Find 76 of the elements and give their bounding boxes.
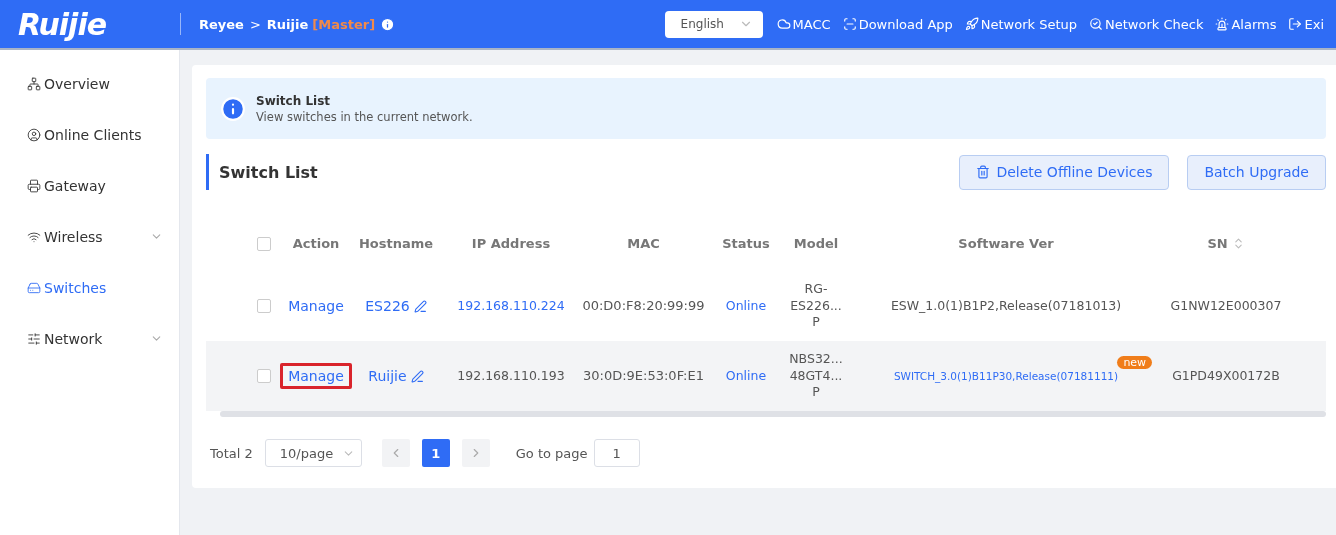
new-badge: new (1117, 356, 1153, 370)
nav-link[interactable]: Alarms (1215, 16, 1277, 32)
column-header: Model (793, 235, 839, 253)
topology-icon (27, 76, 41, 91)
model-text: RG- ES226... P (790, 280, 842, 332)
scrollbar[interactable] (220, 411, 1326, 417)
hostname-link[interactable]: Ruijie (368, 368, 424, 384)
logo: Ruijie (17, 6, 107, 42)
sidebar-item[interactable]: Network (0, 313, 179, 364)
goto-page-field[interactable]: 1 (593, 439, 640, 467)
manage-link[interactable]: Manage (280, 363, 352, 389)
model-text: NBS32... 48GT4... P (789, 350, 843, 402)
info-icon (220, 95, 246, 122)
nav-link[interactable]: Network Setup (964, 16, 1078, 32)
toolbar-button[interactable]: Batch Upgrade (1187, 154, 1326, 190)
software-version[interactable]: SWITCH_3.0(1)B11P30,Release(07181111) (893, 370, 1119, 383)
mac-address: 30:0D:9E:53:0F:E1 (583, 367, 704, 385)
switch-icon (27, 280, 41, 295)
role-label: [Master] (312, 16, 376, 32)
banner-title: Switch List (256, 93, 332, 108)
ip-address[interactable]: 192.168.110.224 (457, 297, 565, 315)
rocket-icon (964, 17, 979, 31)
nav-link[interactable]: Download App (842, 16, 953, 32)
serial-number: G1PD49X00172B (1172, 367, 1280, 385)
total-count: Total 2 (210, 445, 253, 461)
sidebar-item[interactable]: Switches (0, 262, 179, 313)
next-page-button[interactable] (461, 439, 490, 467)
cloud-icon (776, 17, 791, 31)
scan-icon (842, 17, 857, 31)
software-version: ESW_1.0(1)B1P2,Release(07181013) (890, 297, 1122, 313)
goto-label: Go to page (515, 445, 588, 461)
nav-link[interactable]: Exi (1288, 16, 1324, 32)
trash-icon (976, 165, 991, 179)
row-checkbox[interactable] (257, 369, 271, 383)
edit-icon[interactable] (410, 369, 424, 383)
sidebar-item[interactable]: Online Clients (0, 109, 179, 160)
wifi-icon (27, 229, 41, 244)
breadcrumb-item[interactable]: Reyee (199, 16, 244, 32)
exit-icon (1288, 17, 1303, 31)
sidebar-item[interactable]: Gateway (0, 160, 179, 211)
select-all-checkbox[interactable] (257, 237, 271, 251)
edit-icon[interactable] (413, 299, 427, 313)
user-icon (27, 127, 41, 142)
status-text: Online (725, 367, 767, 385)
breadcrumb-separator: > (249, 16, 261, 32)
manage-link[interactable]: Manage (280, 293, 352, 319)
previous-page-button[interactable] (381, 439, 410, 467)
column-header: IP Address (471, 235, 551, 253)
siren-icon (1215, 17, 1230, 31)
search-icon (1089, 17, 1104, 31)
column-header: Software Ver (958, 235, 1054, 253)
banner-text: View switches in the current network. (256, 109, 473, 124)
ip-address: 192.168.110.193 (457, 367, 565, 385)
sidebar-item[interactable]: Overview (0, 58, 179, 109)
page-size-select[interactable]: 10/page (264, 439, 362, 467)
info-icon[interactable] (380, 16, 396, 32)
column-header: MAC (627, 235, 660, 253)
sidebar-item[interactable]: Wireless (0, 211, 179, 262)
nav-link[interactable]: MACC (776, 16, 831, 32)
section-title: Switch List (206, 154, 318, 190)
gateway-icon (27, 178, 41, 193)
column-header: Action (292, 235, 340, 253)
column-header: Status (722, 235, 770, 253)
sliders-icon (27, 331, 41, 346)
status-text: Online (725, 297, 767, 315)
language-select[interactable]: English (664, 10, 763, 38)
row-checkbox[interactable] (257, 299, 271, 313)
serial-number: G1NW12E000307 (1170, 297, 1282, 315)
nav-link[interactable]: Network Check (1089, 16, 1204, 32)
page-button[interactable]: 1 (421, 439, 450, 467)
column-header: SN (1207, 235, 1245, 253)
toolbar-button[interactable]: Delete Offline Devices (959, 154, 1170, 190)
hostname-link[interactable]: ES226 (365, 298, 427, 314)
column-header: Hostname (358, 235, 434, 253)
breadcrumb-item[interactable]: Ruijie (266, 16, 309, 32)
mac-address: 00:D0:F8:20:99:99 (582, 297, 705, 315)
